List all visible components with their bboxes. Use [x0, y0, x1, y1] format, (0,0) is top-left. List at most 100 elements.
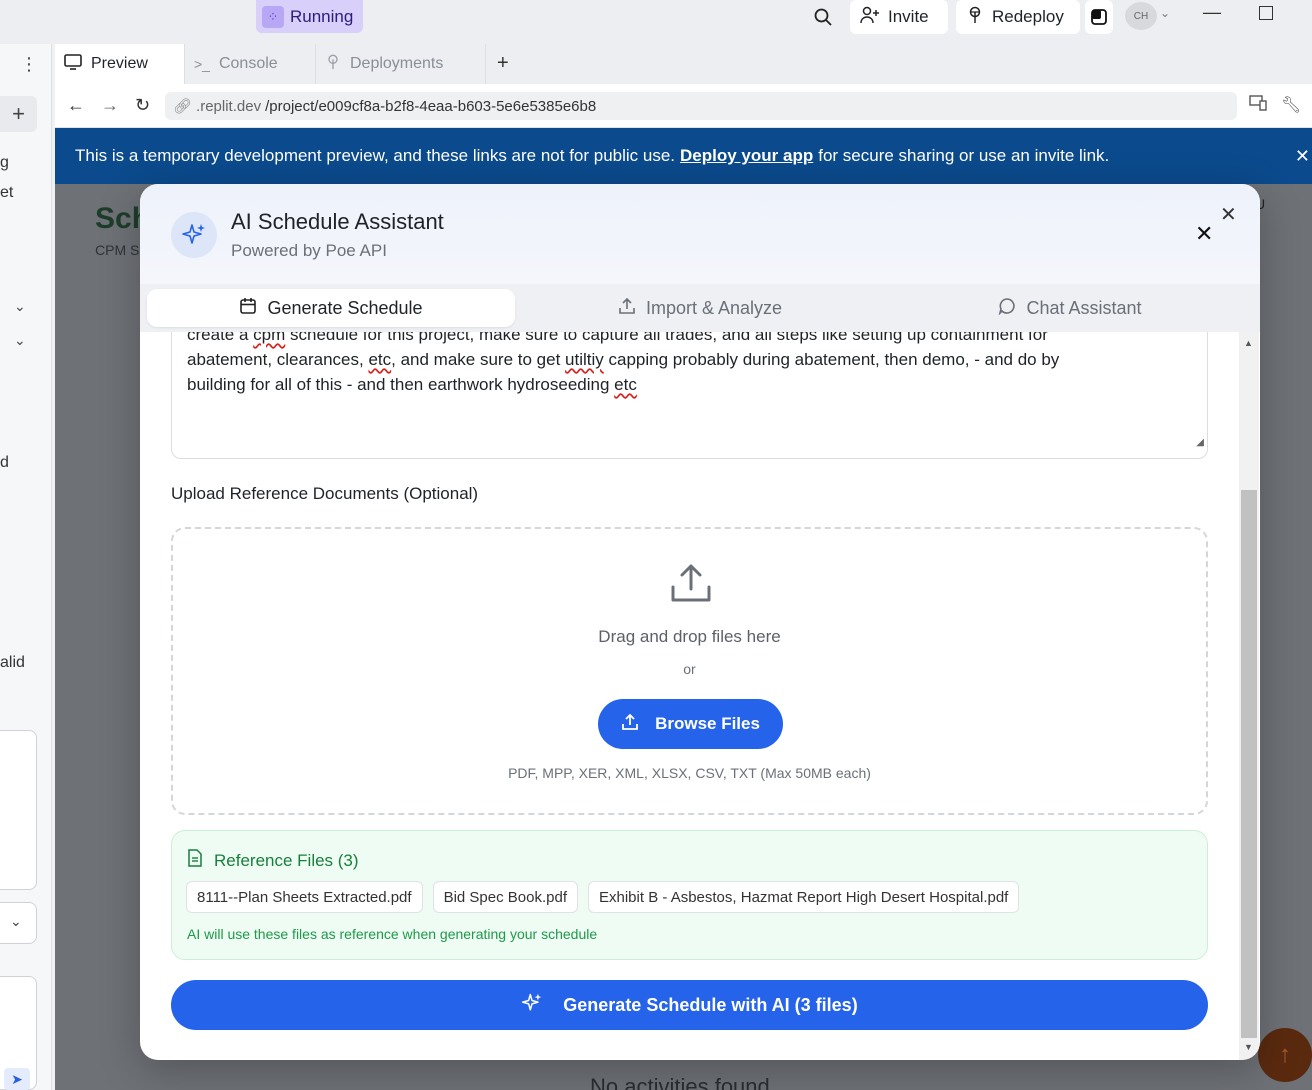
- invite-button[interactable]: Invite: [850, 0, 948, 34]
- chat-bubble-icon: [998, 297, 1016, 320]
- close-icon[interactable]: ✕: [1220, 202, 1237, 227]
- tab-label: Console: [218, 55, 278, 72]
- prompt-text: abatement, clearances,: [187, 350, 369, 369]
- panel-text: alid: [0, 654, 25, 671]
- avatar[interactable]: CH: [1125, 2, 1157, 30]
- back-arrow-icon[interactable]: ←: [67, 95, 85, 116]
- chevron-down-icon: ⌄: [10, 913, 22, 929]
- tab-console[interactable]: >_ Console: [185, 44, 316, 84]
- minimize-icon[interactable]: —: [1203, 2, 1223, 26]
- chevron-down-icon[interactable]: ⌄: [14, 332, 26, 349]
- url-path: /project/e009cf8a-b2f8-4eaa-b603-5e6e538…: [265, 97, 597, 115]
- monitor-icon: [64, 53, 82, 75]
- tab-label: Chat Assistant: [1026, 297, 1142, 318]
- invite-label: Invite: [888, 7, 929, 26]
- panel-text: et: [0, 184, 14, 201]
- prompt-text: create a: [187, 332, 254, 344]
- reload-icon[interactable]: ↻: [135, 95, 150, 116]
- deploy-app-link[interactable]: Deploy your app: [680, 146, 813, 166]
- redeploy-label: Redeploy: [992, 7, 1064, 26]
- close-icon[interactable]: ✕: [1195, 221, 1213, 247]
- panel-text: d: [0, 454, 9, 471]
- maximize-icon[interactable]: [1259, 6, 1273, 20]
- prompt-line: create a cpm schedule for this project, …: [187, 332, 1192, 347]
- workspace-tabs: Preview >_ Console Deployments +: [55, 44, 1312, 84]
- prompt-text: schedule for this project, make sure to …: [285, 332, 1048, 344]
- browse-files-button[interactable]: Browse Files: [598, 699, 783, 749]
- forward-arrow-icon[interactable]: →: [101, 95, 119, 116]
- scroll-up-icon[interactable]: ▲: [1244, 338, 1253, 348]
- resize-handle-icon[interactable]: ◢: [1196, 430, 1204, 455]
- upload-icon: [669, 561, 713, 608]
- modal-scrollbar[interactable]: ▲ ▼: [1239, 332, 1259, 1060]
- sparkles-icon: [521, 992, 543, 1019]
- dropdown-select[interactable]: ⌄: [0, 902, 37, 944]
- wrench-icon[interactable]: 🔧︎: [1281, 95, 1301, 115]
- preview-card[interactable]: [0, 730, 37, 890]
- tab-generate-schedule[interactable]: Generate Schedule: [147, 289, 515, 327]
- reference-file-chip[interactable]: 8111--Plan Sheets Extracted.pdf: [186, 881, 423, 913]
- link-icon: 🔗︎: [173, 98, 193, 115]
- panel-text: g: [0, 154, 9, 171]
- file-text-icon: [187, 849, 203, 872]
- preview-warning-banner: This is a temporary development preview,…: [55, 128, 1312, 184]
- reference-files-panel: Reference Files (3) 8111--Plan Sheets Ex…: [171, 830, 1208, 960]
- upload-icon: [618, 297, 636, 320]
- add-user-icon: [860, 6, 880, 29]
- tab-label: Deployments: [350, 55, 444, 72]
- close-icon[interactable]: ✕: [1295, 146, 1310, 167]
- tab-label: Generate Schedule: [267, 297, 423, 318]
- misspelled-word: etc: [368, 350, 392, 369]
- extension-icon[interactable]: [1085, 0, 1113, 34]
- misspelled-word: utiltiy: [565, 350, 604, 369]
- upload-icon: [621, 713, 639, 736]
- dropzone-title: Drag and drop files here: [598, 627, 781, 646]
- scrollbar-thumb[interactable]: [1241, 490, 1257, 1038]
- calendar-icon: [239, 297, 257, 320]
- add-icon[interactable]: +: [0, 96, 37, 132]
- tab-chat-assistant[interactable]: Chat Assistant: [980, 289, 1160, 327]
- browse-files-label: Browse Files: [655, 714, 760, 733]
- tab-preview[interactable]: Preview: [55, 44, 185, 84]
- running-label: Running: [290, 6, 354, 26]
- scroll-top-button[interactable]: ↑: [1258, 1028, 1312, 1082]
- add-tab-icon[interactable]: +: [497, 52, 509, 75]
- chevron-down-icon[interactable]: ⌄: [1160, 6, 1170, 20]
- avatar-initials: CH: [1133, 10, 1149, 22]
- reference-files-heading: Reference Files (3): [214, 850, 359, 870]
- prompt-line: building for all of this - and then eart…: [187, 372, 1192, 397]
- ai-schedule-modal: AI Schedule Assistant Powered by Poe API…: [140, 184, 1260, 1060]
- empty-state-text: No activities found: [590, 1074, 770, 1090]
- modal-scroll-area[interactable]: create a cpm schedule for this project, …: [140, 332, 1260, 1060]
- address-bar: ← → ↻ 🔗︎ .replit.dev/project/e009cf8a-b2…: [55, 84, 1312, 128]
- misspelled-word: etc: [614, 375, 637, 394]
- url-field[interactable]: 🔗︎ .replit.dev/project/e009cf8a-b2f8-4ea…: [165, 92, 1237, 120]
- search-icon[interactable]: [810, 4, 836, 30]
- redeploy-button[interactable]: Redeploy: [956, 0, 1080, 34]
- devices-icon[interactable]: [1249, 95, 1267, 116]
- kebab-menu-icon[interactable]: ⋮: [20, 54, 38, 75]
- file-dropzone[interactable]: Drag and drop files here or Browse Files…: [171, 527, 1208, 815]
- misspelled-word: cpm: [253, 332, 286, 344]
- modal-subtitle: Powered by Poe API: [231, 241, 387, 260]
- scroll-down-icon[interactable]: ▼: [1244, 1042, 1253, 1052]
- sparkles-icon: [171, 212, 217, 258]
- accepted-formats-text: PDF, MPP, XER, XML, XLSX, CSV, TXT (Max …: [508, 765, 871, 781]
- page-subtitle: CPM S: [95, 242, 140, 258]
- prompt-line: abatement, clearances, etc, and make sur…: [187, 347, 1192, 372]
- tab-label: Import & Analyze: [645, 297, 783, 318]
- chevron-down-icon[interactable]: ⌄: [14, 298, 26, 315]
- running-status-button[interactable]: ⁘ Running: [256, 0, 364, 33]
- dropzone-or: or: [683, 661, 696, 677]
- deploy-icon: [966, 6, 984, 29]
- project-prompt-textarea[interactable]: create a cpm schedule for this project, …: [171, 332, 1208, 459]
- reference-file-chip[interactable]: Bid Spec Book.pdf: [432, 881, 578, 913]
- generate-schedule-button[interactable]: Generate Schedule with AI (3 files): [171, 980, 1208, 1030]
- send-icon[interactable]: ➤: [4, 1068, 30, 1090]
- reference-file-list: 8111--Plan Sheets Extracted.pdf Bid Spec…: [186, 881, 1020, 913]
- tab-deployments[interactable]: Deployments: [316, 44, 486, 84]
- banner-text: This is a temporary development preview,…: [75, 146, 676, 165]
- reference-file-chip[interactable]: Exhibit B - Asbestos, Hazmat Report High…: [588, 881, 1020, 913]
- modal-header: AI Schedule Assistant Powered by Poe API…: [140, 184, 1260, 284]
- tab-import-analyze[interactable]: Import & Analyze: [600, 289, 800, 327]
